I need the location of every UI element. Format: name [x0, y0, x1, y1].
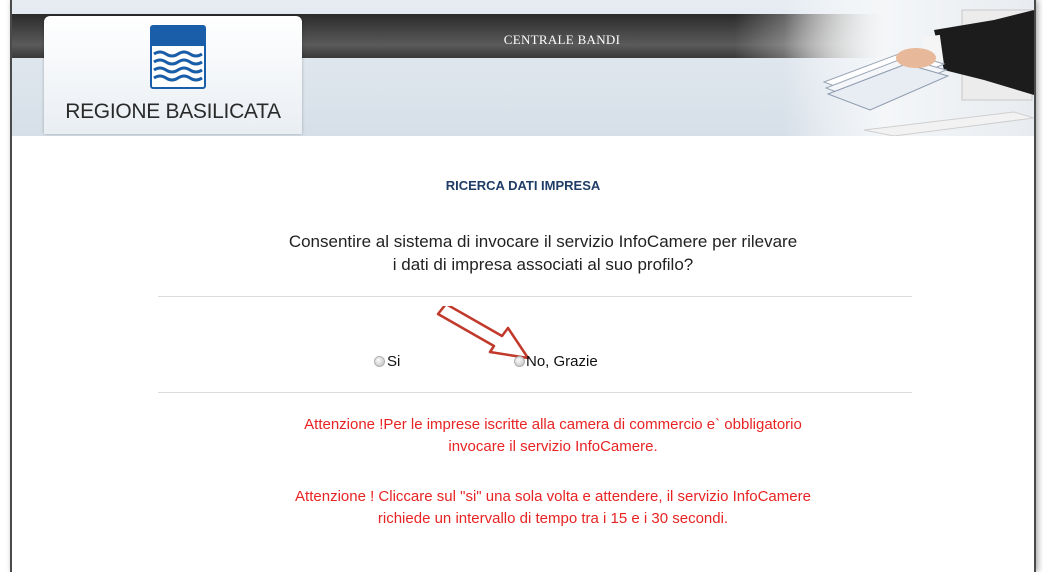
warning2-line-1: Attenzione ! Cliccare sul "si" una sola … [295, 488, 811, 505]
warning-wait-time: Attenzione ! Cliccare sul "si" una sola … [12, 486, 1043, 530]
question-line-1: Consentire al sistema di invocare il ser… [288, 232, 798, 251]
radio-si[interactable] [374, 356, 385, 367]
radio-si-label[interactable]: Si [387, 353, 400, 370]
question-line-2: i dati di impresa associati al suo profi… [392, 255, 694, 274]
consent-options: Si No, Grazie [12, 353, 1034, 373]
regione-basilicata-shield-icon [150, 25, 206, 89]
radio-no-grazie[interactable] [514, 356, 525, 367]
divider-top [158, 296, 912, 297]
warning2-line-2: richiede un intervallo di tempo tra i 15… [377, 510, 729, 527]
radio-no-grazie-label[interactable]: No, Grazie [526, 353, 598, 370]
section-title: RICERCA DATI IMPRESA [445, 178, 601, 193]
warning-infocamere-obligatory: Attenzione !Per le imprese iscritte alla… [12, 414, 1043, 458]
header-photo-hands-documents [784, 0, 1034, 136]
site-header: CENTRALE BANDI REGIONE BASILICATA [12, 0, 1034, 136]
consent-question: Consentire al sistema di invocare il ser… [12, 230, 1043, 276]
logo-text: REGIONE BASILICATA [65, 100, 281, 123]
logo-tab[interactable]: REGIONE BASILICATA [44, 16, 302, 134]
divider-bottom [158, 392, 912, 393]
page-frame: CENTRALE BANDI REGIONE BASILICATA RICERC… [10, 0, 1036, 572]
warning1-line-1: Attenzione !Per le imprese iscritte alla… [304, 416, 802, 433]
header-title: CENTRALE BANDI [503, 32, 621, 47]
warning1-line-2: invocare il servizio InfoCamere. [448, 438, 658, 455]
